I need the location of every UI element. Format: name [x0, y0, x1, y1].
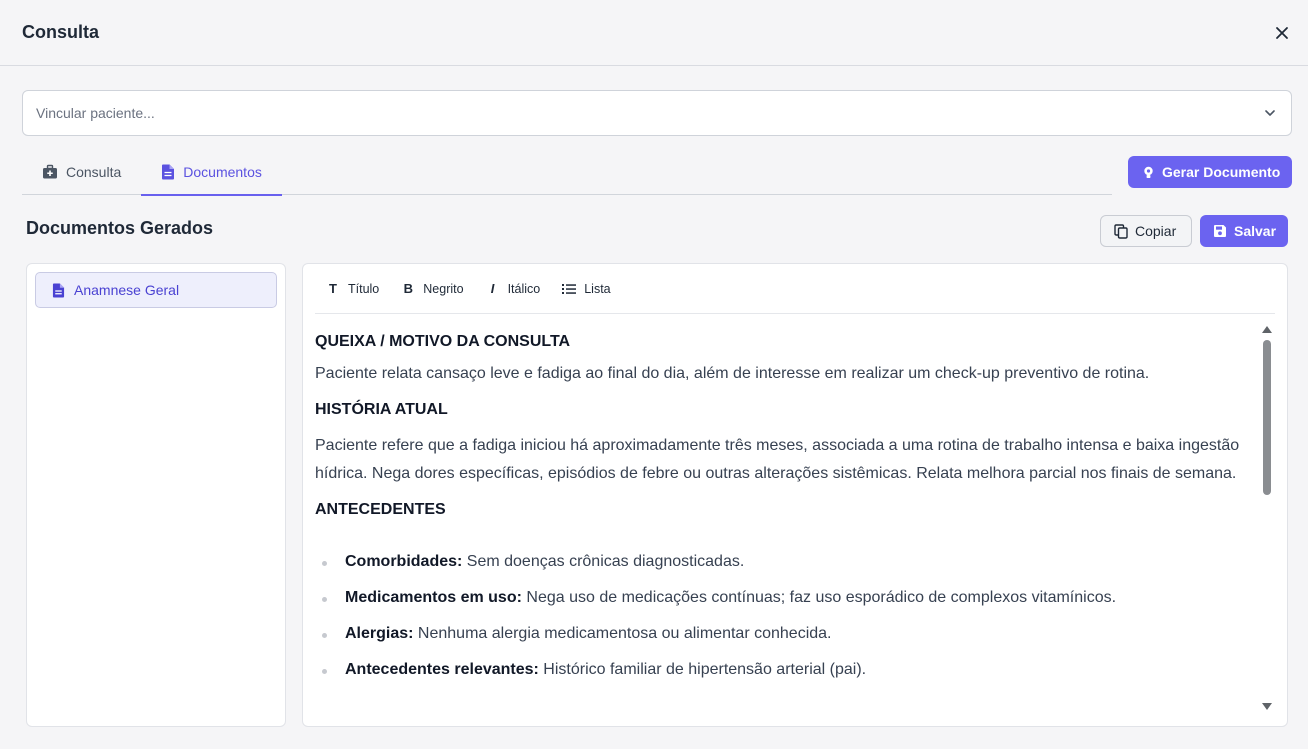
list-item-label: Comorbidades:	[345, 553, 463, 570]
format-italic-label: Itálico	[507, 281, 541, 296]
tab-consulta-label: Consulta	[66, 164, 122, 180]
content-paragraph-queixa: Paciente relata cansaço leve e fadiga ao…	[315, 365, 1150, 382]
file-document-icon	[162, 164, 175, 180]
document-content[interactable]: QUEIXA / MOTIVO DA CONSULTA Paciente rel…	[315, 324, 1255, 724]
modal-title: Consulta	[22, 22, 100, 42]
generate-document-label: Gerar Documento	[1162, 164, 1281, 180]
tab-documentos[interactable]: Documentos	[141, 149, 282, 196]
chevron-down-icon	[1265, 110, 1275, 116]
patient-select[interactable]: Vincular paciente...	[22, 90, 1292, 136]
italic-icon: I	[490, 281, 495, 296]
generate-document-button[interactable]: Gerar Documento	[1128, 156, 1292, 188]
list-item-text: Nega uso de medicações contínuas; faz us…	[521, 589, 1117, 606]
content-heading-historia: HISTÓRIA ATUAL	[315, 401, 448, 418]
scroll-thumb[interactable]	[1263, 340, 1271, 495]
tab-consulta[interactable]: Consulta	[22, 149, 141, 195]
copy-icon	[1114, 223, 1128, 239]
content-heading-antecedentes: ANTECEDENTES	[315, 501, 446, 518]
format-list-label: Lista	[584, 281, 611, 296]
list-item-text: Nenhuma alergia medicamentosa ou aliment…	[413, 625, 832, 642]
scroll-up-icon[interactable]	[1262, 326, 1272, 333]
tab-bar: Consulta Documentos	[22, 149, 1112, 196]
briefcase-medical-icon	[43, 164, 57, 179]
content-list-antecedentes: Comorbidades: Sem doenças crônicas diagn…	[315, 548, 1255, 684]
list-item-text: Sem doenças crônicas diagnosticadas.	[462, 553, 745, 570]
format-bold-label: Negrito	[423, 281, 464, 296]
consultation-modal: Consulta Vincular paciente... Consulta D…	[0, 0, 1308, 749]
magic-icon	[1144, 166, 1153, 178]
patient-select-placeholder: Vincular paciente...	[36, 105, 155, 121]
file-document-icon	[52, 283, 65, 297]
list-item: Alergias: Nenhuma alergia medicamentosa …	[315, 620, 1255, 648]
scroll-down-icon[interactable]	[1262, 703, 1272, 710]
close-button[interactable]	[1270, 21, 1294, 45]
content-paragraph-historia: Paciente refere que a fadiga iniciou há …	[315, 437, 1240, 482]
list-item: Comorbidades: Sem doenças crônicas diagn…	[315, 548, 1255, 576]
editor-toolbar: T Título B Negrito I Itálico Lista	[315, 264, 1275, 314]
save-label: Salvar	[1234, 223, 1277, 239]
bold-icon: B	[403, 281, 413, 296]
document-list: Anamnese Geral	[26, 263, 286, 727]
format-bold-button[interactable]: B Negrito	[390, 273, 474, 305]
format-title-label: Título	[348, 281, 380, 296]
save-button[interactable]: Salvar	[1200, 215, 1288, 247]
list-item: Medicamentos em uso: Nega uso de medicaç…	[315, 584, 1255, 612]
copy-button[interactable]: Copiar	[1100, 215, 1192, 247]
heading-icon: T	[329, 281, 337, 296]
format-title-button[interactable]: T Título	[315, 273, 390, 305]
document-item-anamnese-geral[interactable]: Anamnese Geral	[35, 272, 277, 308]
list-item: Antecedentes relevantes: Histórico famil…	[315, 656, 1255, 684]
list-item-text: Histórico familiar de hipertensão arteri…	[538, 661, 867, 678]
documents-section-title: Documentos Gerados	[26, 218, 214, 238]
save-icon	[1214, 225, 1226, 237]
copy-label: Copiar	[1135, 223, 1177, 239]
document-item-label: Anamnese Geral	[74, 282, 180, 298]
modal-header: Consulta	[0, 0, 1308, 66]
tab-documentos-label: Documentos	[183, 164, 262, 180]
format-italic-button[interactable]: I Itálico	[475, 273, 552, 305]
content-scrollbar[interactable]	[1260, 324, 1274, 716]
list-item-label: Antecedentes relevantes:	[345, 661, 539, 678]
list-item-label: Medicamentos em uso:	[345, 589, 522, 606]
close-icon	[1276, 26, 1288, 39]
list-item-label: Alergias:	[345, 625, 414, 642]
content-heading-queixa: QUEIXA / MOTIVO DA CONSULTA	[315, 333, 571, 350]
list-icon	[562, 283, 577, 294]
format-list-button[interactable]: Lista	[551, 273, 621, 305]
document-editor: T Título B Negrito I Itálico Lista QUEIX…	[302, 263, 1288, 727]
